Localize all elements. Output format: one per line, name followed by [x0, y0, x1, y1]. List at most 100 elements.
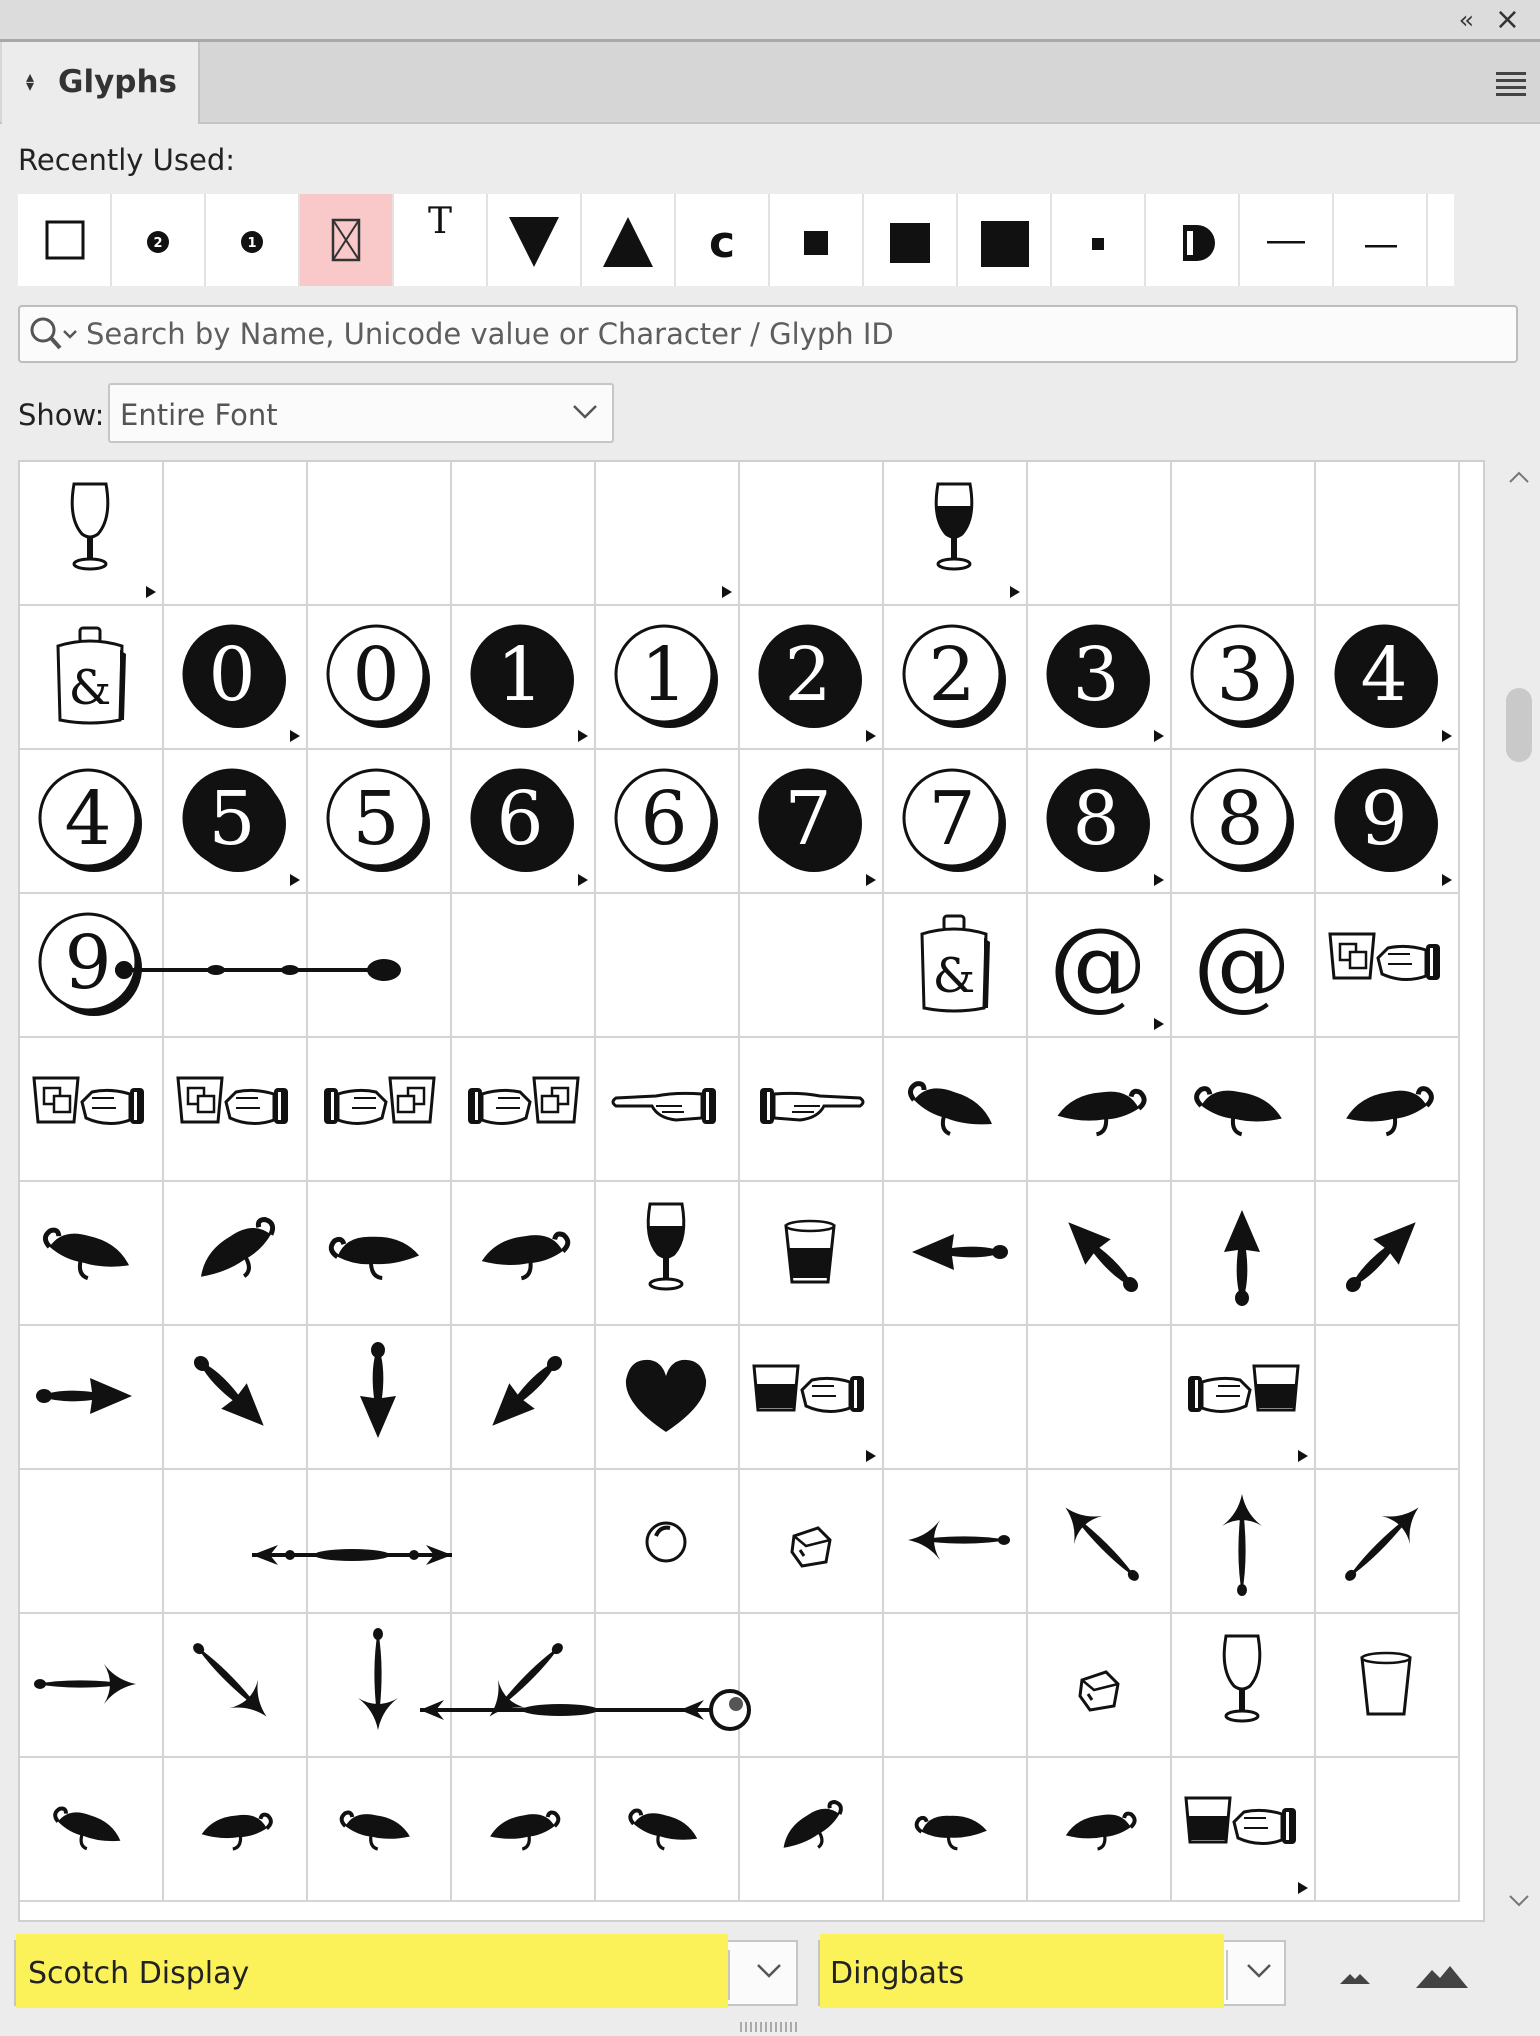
show-filter-dropdown[interactable]: Entire Font: [108, 383, 614, 443]
glyph-cell-arrow[interactable]: [1028, 1182, 1172, 1326]
glyph-cell-leaf[interactable]: [1028, 1038, 1172, 1182]
glyph-search[interactable]: [18, 305, 1518, 363]
glyph-cell-arrow[interactable]: [308, 1326, 452, 1470]
glyph-cell-thin-arrow[interactable]: [452, 1614, 596, 1758]
glyph-cell-hand-glass-left[interactable]: [20, 1038, 164, 1182]
glyph-cell-num[interactable]: 9: [20, 894, 164, 1038]
zoom-out-icon[interactable]: [1338, 1970, 1372, 1986]
glyph-cell-leaf[interactable]: [740, 1758, 884, 1902]
glyph-cell-flask[interactable]: &: [20, 606, 164, 750]
glyph-cell-arrow[interactable]: [1172, 1182, 1316, 1326]
glyph-cell-hand-tumbler-left[interactable]: [740, 1326, 884, 1470]
glyph-cell-empty[interactable]: [1028, 1326, 1172, 1470]
recent-glyph-circled-1[interactable]: 1: [206, 194, 300, 286]
search-input[interactable]: [86, 311, 1496, 357]
glyph-cell-empty[interactable]: [1028, 462, 1172, 606]
glyph-cell-arrow[interactable]: [452, 1326, 596, 1470]
glyph-cell-num[interactable]: 1: [596, 606, 740, 750]
alternates-indicator-icon[interactable]: [1154, 730, 1164, 742]
glyph-cell-empty[interactable]: [1316, 1326, 1460, 1470]
glyph-cell-arrow[interactable]: [20, 1326, 164, 1470]
alternates-indicator-icon[interactable]: [866, 874, 876, 886]
glyph-cell-hand-glass-right[interactable]: [452, 1038, 596, 1182]
glyph-cell-empty[interactable]: [1172, 462, 1316, 606]
glyph-cell-leaf[interactable]: [1172, 1038, 1316, 1182]
glyph-cell-thin-arrow[interactable]: [1172, 1470, 1316, 1614]
glyph-cell-thin-arrow[interactable]: [1028, 1470, 1172, 1614]
recent-glyph-square-outline[interactable]: [18, 194, 112, 286]
glyph-cell-num[interactable]: 6: [452, 750, 596, 894]
glyph-cell-at[interactable]: @: [1172, 894, 1316, 1038]
glyph-cell-arrow[interactable]: [1316, 1182, 1460, 1326]
glyph-cell-empty[interactable]: [20, 1470, 164, 1614]
glyph-cell-empty[interactable]: [308, 462, 452, 606]
glyph-cell-thin-arrow[interactable]: [164, 1614, 308, 1758]
glyph-cell-empty[interactable]: [1316, 1758, 1460, 1902]
recent-glyph-medium-square[interactable]: [864, 194, 958, 286]
scroll-up-icon[interactable]: [1508, 470, 1530, 484]
glyph-cell-empty[interactable]: [1316, 462, 1460, 606]
glyph-cell-num[interactable]: 0: [164, 606, 308, 750]
glyph-cell-at[interactable]: @: [1028, 894, 1172, 1038]
glyph-cell-thin-arrow[interactable]: [1316, 1470, 1460, 1614]
glyph-cell-thin-arrow[interactable]: [884, 1470, 1028, 1614]
glyph-cell-glass-empty[interactable]: [20, 462, 164, 606]
glyph-cell-leaf[interactable]: [164, 1182, 308, 1326]
glyph-cell-empty[interactable]: [164, 1470, 308, 1614]
recent-glyph-en-dash[interactable]: [1334, 194, 1428, 286]
glyph-cell-hand-glass-left[interactable]: [164, 1038, 308, 1182]
glyph-cell-leaf[interactable]: [20, 1758, 164, 1902]
alternates-indicator-icon[interactable]: [1298, 1450, 1308, 1462]
glyph-cell-hand-tumbler-left[interactable]: [1172, 1758, 1316, 1902]
glyph-cell-leaf[interactable]: [308, 1758, 452, 1902]
glyph-cell-empty[interactable]: [596, 894, 740, 1038]
glyph-cell-tumbler-full[interactable]: [740, 1182, 884, 1326]
font-family-dropdown[interactable]: Scotch Display: [14, 1934, 798, 2008]
alternates-indicator-icon[interactable]: [1298, 1882, 1308, 1894]
glyph-cell-arrow[interactable]: [164, 1326, 308, 1470]
glyph-cell-num[interactable]: 0: [308, 606, 452, 750]
glyph-cell-thin-arrow[interactable]: [20, 1614, 164, 1758]
resize-grip[interactable]: [740, 2022, 800, 2032]
recent-glyph-tiny-square[interactable]: [1052, 194, 1146, 286]
recent-glyph-missing-glyph[interactable]: [300, 194, 394, 286]
glyph-cell-arrow[interactable]: [884, 1182, 1028, 1326]
glyph-cell-hand-tumbler-right[interactable]: [1172, 1326, 1316, 1470]
glyph-cell-num[interactable]: 6: [596, 750, 740, 894]
alternates-indicator-icon[interactable]: [1154, 874, 1164, 886]
glyph-cell-num[interactable]: 5: [308, 750, 452, 894]
glyph-cell-empty[interactable]: [164, 462, 308, 606]
recent-glyph-letter-c[interactable]: c: [676, 194, 770, 286]
glyph-cell-leaf[interactable]: [452, 1758, 596, 1902]
glyph-cell-empty[interactable]: [740, 462, 884, 606]
glyph-cell-num[interactable]: 7: [884, 750, 1028, 894]
alternates-indicator-icon[interactable]: [290, 730, 300, 742]
glyph-cell-thin-arrow[interactable]: [308, 1614, 452, 1758]
search-icon[interactable]: [28, 315, 82, 355]
glyph-cell-empty[interactable]: [884, 1326, 1028, 1470]
glyph-cell-tumbler-empty[interactable]: [1316, 1614, 1460, 1758]
font-style-dropdown[interactable]: Dingbats: [818, 1934, 1286, 2008]
recent-glyph-serif-T[interactable]: T: [394, 194, 488, 286]
alternates-indicator-icon[interactable]: [146, 586, 156, 598]
glyph-cell-empty[interactable]: [308, 1470, 452, 1614]
tab-glyphs[interactable]: ▴ ▾ Glyphs: [2, 42, 200, 124]
glyph-cell-hand-point-right[interactable]: [740, 1038, 884, 1182]
glyph-cell-empty[interactable]: [164, 894, 308, 1038]
glyph-cell-num[interactable]: 2: [740, 606, 884, 750]
glyph-cell-num[interactable]: 1: [452, 606, 596, 750]
glyph-cell-leaf[interactable]: [452, 1182, 596, 1326]
glyph-cell-heart[interactable]: [596, 1326, 740, 1470]
glyph-cell-leaf[interactable]: [596, 1758, 740, 1902]
recent-glyph-small-square[interactable]: [770, 194, 864, 286]
glyph-cell-leaf[interactable]: [884, 1758, 1028, 1902]
glyph-cell-hand-point-left[interactable]: [596, 1038, 740, 1182]
glyph-cell-leaf[interactable]: [884, 1038, 1028, 1182]
glyph-cell-empty[interactable]: [452, 894, 596, 1038]
alternates-indicator-icon[interactable]: [722, 586, 732, 598]
alternates-indicator-icon[interactable]: [578, 874, 588, 886]
glyph-cell-empty[interactable]: [740, 894, 884, 1038]
glyph-cell-leaf[interactable]: [164, 1758, 308, 1902]
glyph-cell-num[interactable]: 7: [740, 750, 884, 894]
glyph-cell-glass-full[interactable]: [884, 462, 1028, 606]
